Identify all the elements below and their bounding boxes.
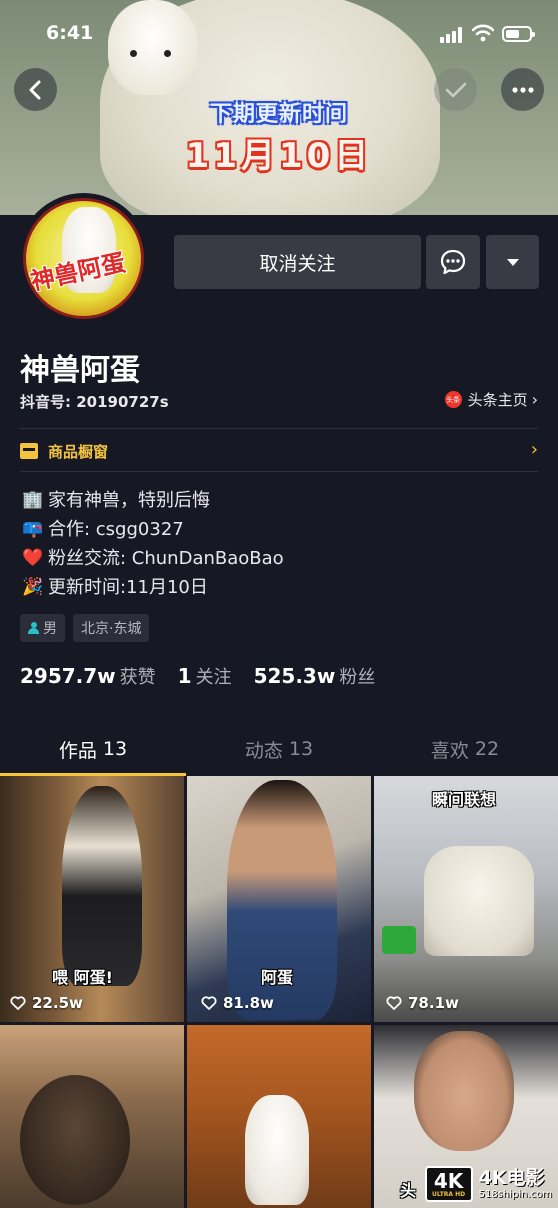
heart-outline-icon [201,996,217,1010]
cellular-signal-icon [440,27,466,43]
watermark-badge: 4K [433,1168,464,1193]
more-dots-icon [511,86,534,93]
tab-label: 动态 [244,739,283,762]
bio-text: 合作: csgg0327 [48,519,184,540]
heart-outline-icon [386,996,402,1010]
likes-label: 获赞 [119,667,156,688]
bio-line: 🎉 更新时间:11月10日 [20,573,284,602]
bio-line: 🏢 家有神兽，特别后悔 [20,486,284,515]
video-thumbnail[interactable]: 阿蛋 81.8w [187,776,371,1022]
banner-date: 11月10日 [185,136,373,176]
bio-text: 更新时间:11月10日 [48,577,208,598]
gender-label: 男 [43,621,57,637]
likes-count: 78.1w [408,994,459,1012]
video-caption: 头 [400,1181,417,1200]
nickname: 神兽阿蛋 [20,353,140,388]
video-thumbnail[interactable]: 瞬间联想 78.1w [374,776,558,1022]
tab-count: 22 [474,738,500,760]
check-button[interactable] [434,68,477,111]
followers-label[interactable]: 粉丝 [339,663,375,689]
party-popper-icon: 🎉 [22,577,44,597]
watermark-text: 4K电影 518shipin.com [479,1168,552,1200]
following-count[interactable]: 1 [178,664,192,688]
watermark-title: 4K电影 [478,1167,545,1190]
bio-line: ❤️ 粉丝交流: ChunDanBaoBao [20,544,284,573]
more-button[interactable] [501,68,544,111]
recommend-dropdown-button[interactable] [486,235,539,289]
avatar-image: 神兽阿蛋 [23,198,144,319]
watermark-badge-sub: ULTRA HD [432,1190,466,1198]
location-tag: 北京·东城 [73,614,150,642]
following-label[interactable]: 关注 [196,663,232,689]
watermark-logo: 4K ULTRA HD [424,1166,473,1202]
tab-count: 13 [102,738,128,760]
video-likes: 81.8w [201,994,274,1012]
divider [20,428,538,429]
video-thumbnail[interactable] [0,1025,184,1208]
bio: 🏢 家有神兽，特别后悔 📪 合作: csgg0327 ❤️ 粉丝交流: Chun… [20,486,284,602]
divider [20,471,538,472]
video-caption: 瞬间联想 [432,790,497,809]
video-caption: 阿蛋 [261,968,294,987]
chat-bubble-icon [440,249,466,275]
video-thumbnail[interactable]: 喂 阿蛋! 22.5w [0,776,184,1022]
back-button[interactable] [14,68,57,111]
bio-text: 家有神兽，特别后悔 [48,490,210,511]
mailbox-icon: 📪 [22,519,44,539]
heart-outline-icon [10,996,26,1010]
video-thumbnail[interactable] [187,1025,371,1208]
office-building-icon: 🏢 [22,490,44,510]
tab-count: 13 [288,738,314,760]
shop-window-row[interactable]: 商品橱窗 › [20,431,538,471]
wifi-icon [472,24,494,42]
toutiao-homepage-link[interactable]: 头条 头条主页 › [444,389,538,410]
content-tabs: 作品 13 动态 13 喜欢 22 [0,722,558,776]
bio-text: 粉丝交流: ChunDanBaoBao [48,548,284,569]
chevron-right-icon: › [531,390,538,409]
toutiao-icon: 头条 [444,391,462,408]
profile-stats: 2957.7w 获赞 1 关注 525.3w 粉丝 [20,663,397,689]
chevron-right-icon: › [530,439,538,460]
toutiao-label: 头条主页 [467,391,528,409]
likes-count: 81.8w [223,994,274,1012]
banner-title: 下期更新时间 [209,102,348,127]
likes-count: 22.5w [32,994,83,1012]
bio-line: 📪 合作: csgg0327 [20,515,284,544]
douyin-id: 抖音号: 20190727s [20,393,169,411]
gender-tag: 男 [20,614,65,642]
tab-works[interactable]: 作品 13 [0,722,186,776]
likes-count: 2957.7w [20,664,116,688]
status-time: 6:41 [46,22,94,44]
check-icon [445,82,466,97]
chevron-left-icon [29,80,40,99]
male-user-icon [28,621,39,635]
profile-tags: 男 北京·东城 [20,614,150,642]
avatar[interactable]: 神兽阿蛋 [18,193,149,324]
unfollow-button[interactable]: 取消关注 [174,235,421,289]
tab-moments[interactable]: 动态 13 [186,722,372,776]
video-caption: 喂 阿蛋! [52,968,113,987]
tab-label: 作品 [58,739,97,762]
triangle-down-icon [506,258,519,266]
followers-count[interactable]: 525.3w [254,664,336,688]
watermark-url: 518shipin.com [478,1188,552,1200]
tab-label: 喜欢 [430,739,469,762]
message-button[interactable] [426,235,480,289]
battery-icon [502,26,535,42]
heart-icon: ❤️ [22,548,44,568]
watermark: 4K ULTRA HD 4K电影 518shipin.com [424,1166,552,1202]
shop-icon [20,443,38,459]
video-likes: 78.1w [386,994,459,1012]
status-bar: 6:41 [0,0,558,66]
shop-window-label: 商品橱窗 [48,442,109,461]
video-grid: 喂 阿蛋! 22.5w 阿蛋 81.8w 瞬间联想 78.1w 头 [0,776,558,1208]
video-likes: 22.5w [10,994,83,1012]
tab-likes[interactable]: 喜欢 22 [372,722,558,776]
